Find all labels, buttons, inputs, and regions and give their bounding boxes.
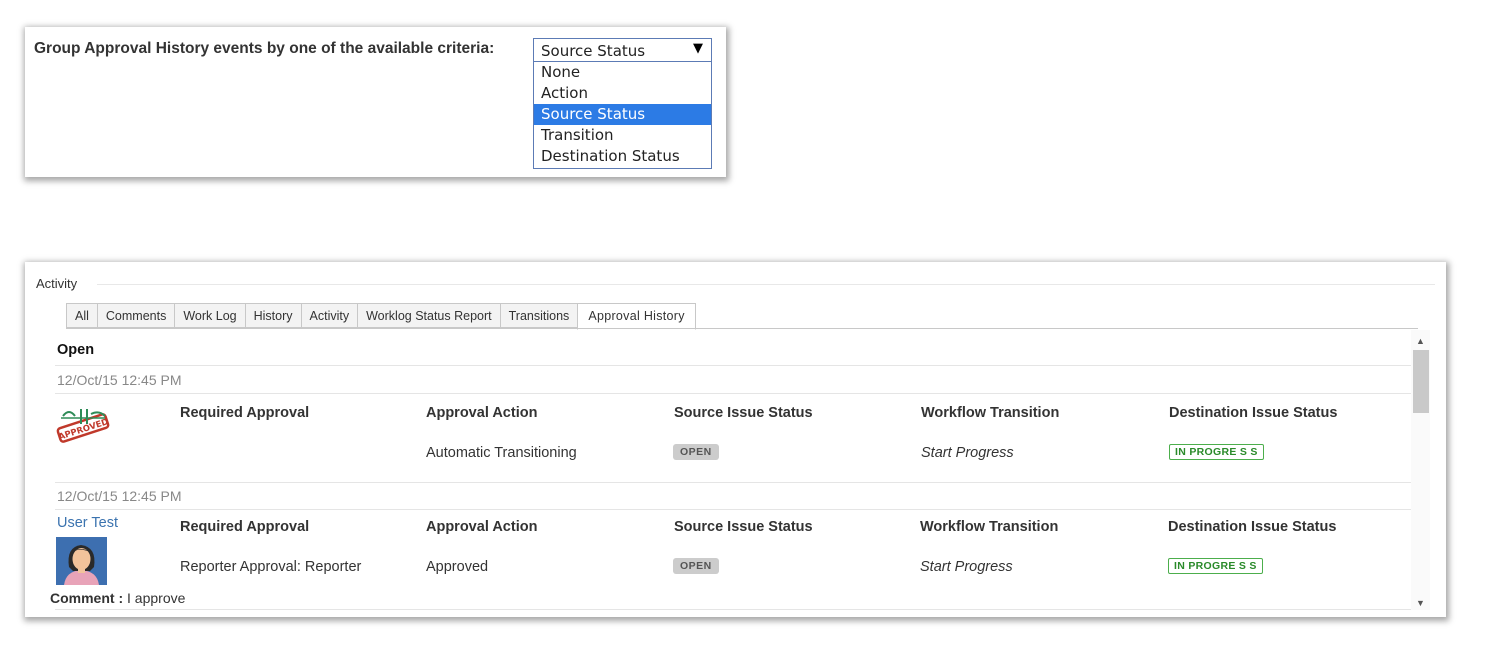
- tab-history[interactable]: History: [244, 303, 301, 328]
- activity-title: Activity: [36, 276, 78, 291]
- dropdown-option-action[interactable]: Action: [534, 83, 711, 104]
- tab-work-log[interactable]: Work Log: [174, 303, 245, 328]
- tabs-underline: [66, 328, 1418, 329]
- tab-activity[interactable]: Activity: [300, 303, 358, 328]
- header-destination-status: Destination Issue Status: [1168, 519, 1337, 535]
- cell-approval-action: Approved: [426, 559, 489, 575]
- group-by-select-value: Source Status: [541, 42, 646, 60]
- cell-workflow-transition: Start Progress: [920, 559, 1013, 575]
- header-workflow-transition: Workflow Transition: [920, 519, 1059, 535]
- activity-divider: [97, 284, 1435, 285]
- cell-workflow-transition: Start Progress: [921, 445, 1014, 461]
- comment-label: Comment :: [50, 590, 124, 606]
- chevron-down-icon[interactable]: ▼: [693, 41, 703, 56]
- header-source-status: Source Issue Status: [674, 519, 813, 535]
- divider: [55, 609, 1416, 610]
- vertical-scrollbar[interactable]: ▲ ▼: [1411, 330, 1430, 610]
- dropdown-option-none[interactable]: None: [534, 62, 711, 83]
- status-badge-source: OPEN: [673, 558, 719, 574]
- group-by-dropdown-list: None Action Source Status Transition Des…: [533, 62, 712, 169]
- status-badge-source: OPEN: [673, 444, 719, 460]
- entry-date: 12/Oct/15 12:45 PM: [57, 488, 182, 504]
- divider: [55, 509, 1416, 510]
- dropdown-option-transition[interactable]: Transition: [534, 125, 711, 146]
- avatar[interactable]: [56, 537, 107, 585]
- comment-text: I approve: [123, 590, 186, 606]
- status-badge-destination: IN PROGRE S S: [1169, 444, 1264, 460]
- tab-worklog-status-report[interactable]: Worklog Status Report: [357, 303, 500, 328]
- approved-stamp-icon: APPROVED: [55, 406, 111, 450]
- cell-required-approval: Reporter Approval: Reporter: [180, 559, 362, 575]
- status-badge-destination: IN PROGRE S S: [1168, 558, 1263, 574]
- tab-approval-history[interactable]: Approval History: [577, 303, 696, 330]
- group-by-panel: Group Approval History events by one of …: [25, 27, 726, 177]
- tab-comments[interactable]: Comments: [96, 303, 175, 328]
- comment-line: Comment : I approve: [50, 590, 185, 606]
- cell-approval-action: Automatic Transitioning: [426, 445, 577, 461]
- group-by-label: Group Approval History events by one of …: [34, 40, 495, 57]
- header-required-approval: Required Approval: [180, 519, 310, 535]
- scroll-up-icon[interactable]: ▲: [1411, 334, 1430, 348]
- header-source-status: Source Issue Status: [674, 405, 813, 421]
- header-approval-action: Approval Action: [426, 405, 538, 421]
- group-by-select[interactable]: Source Status ▼: [533, 38, 712, 62]
- dropdown-option-source-status[interactable]: Source Status: [534, 104, 711, 125]
- divider: [55, 365, 1416, 366]
- activity-tabs: All Comments Work Log History Activity W…: [66, 303, 696, 330]
- entry-date: 12/Oct/15 12:45 PM: [57, 372, 182, 388]
- dropdown-option-destination-status[interactable]: Destination Status: [534, 146, 711, 167]
- activity-panel: Activity All Comments Work Log History A…: [25, 262, 1446, 617]
- header-required-approval: Required Approval: [180, 405, 310, 421]
- scroll-thumb[interactable]: [1413, 350, 1429, 413]
- divider: [55, 393, 1416, 394]
- header-destination-status: Destination Issue Status: [1169, 405, 1338, 421]
- tab-transitions[interactable]: Transitions: [499, 303, 578, 328]
- user-link[interactable]: User Test: [57, 515, 118, 531]
- tab-all[interactable]: All: [66, 303, 97, 328]
- header-approval-action: Approval Action: [426, 519, 538, 535]
- divider: [55, 482, 1416, 483]
- scroll-down-icon[interactable]: ▼: [1411, 596, 1430, 610]
- group-title-open: Open: [57, 342, 95, 358]
- header-workflow-transition: Workflow Transition: [921, 405, 1060, 421]
